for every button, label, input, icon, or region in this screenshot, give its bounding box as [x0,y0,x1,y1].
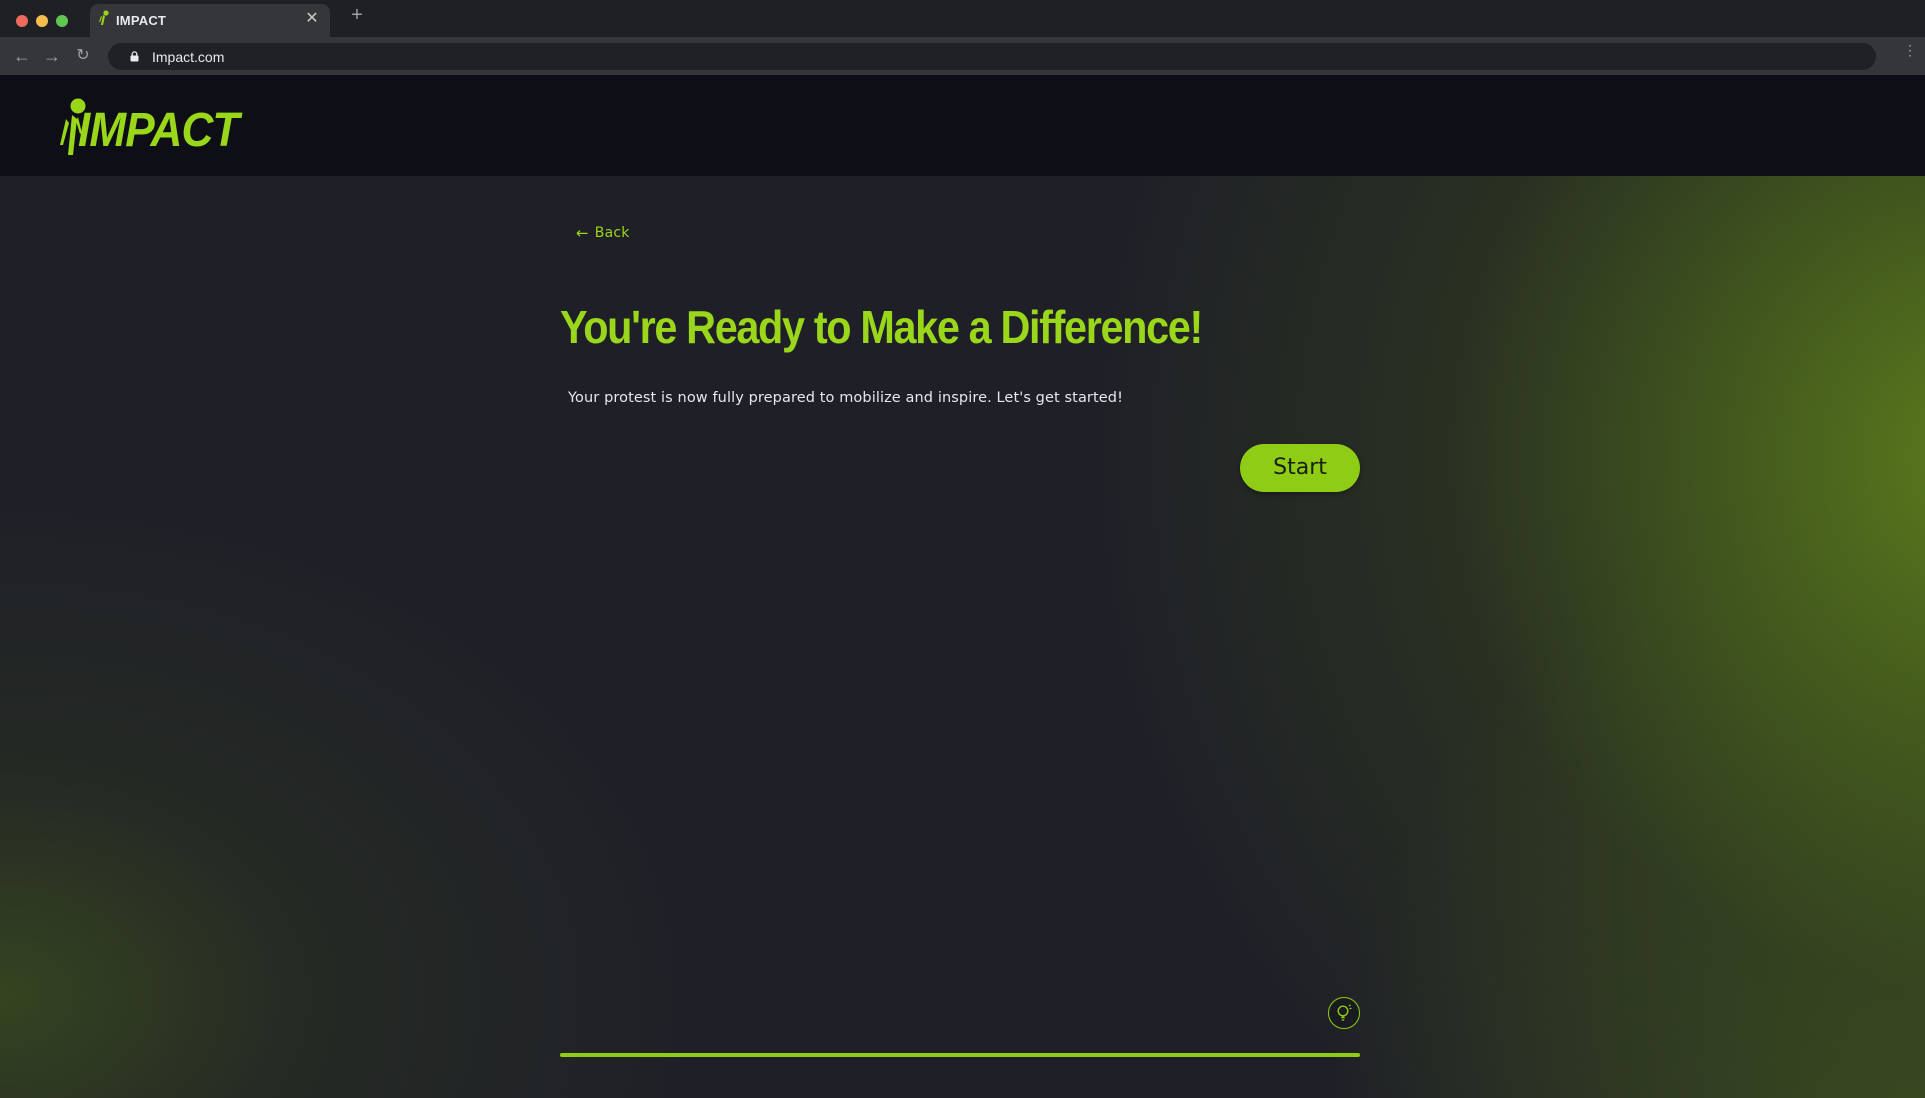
main-content: ← Back You're Ready to Make a Difference… [0,176,1925,1098]
page-subtitle: Your protest is now fully prepared to mo… [568,390,1124,406]
more-vertical-icon[interactable]: ⋮ [1903,43,1917,65]
impact-favicon-icon [99,10,109,25]
browser-toolbar: ← → ↻ Impact.com ⋮ [0,37,1925,75]
arrow-right-icon[interactable]: → [42,46,62,66]
window-close-button[interactable] [16,15,28,27]
plus-icon[interactable]: + [346,4,368,26]
close-icon[interactable]: ✕ [304,11,320,27]
lock-icon [130,51,139,62]
site-header: IMPACT [0,75,1925,176]
progress-bar-fill [560,1053,1360,1057]
arrow-left-icon: ← [576,224,589,242]
back-link-label: Back [594,225,630,241]
arrow-left-icon[interactable]: ← [12,46,32,66]
lightbulb-icon [1337,1004,1352,1021]
impact-logo[interactable]: IMPACT [58,97,239,159]
window-minimize-button[interactable] [36,15,48,27]
reload-icon[interactable]: ↻ [73,46,93,66]
browser-tab[interactable]: IMPACT ✕ [90,4,330,37]
hint-button[interactable] [1328,997,1360,1029]
page-title: You're Ready to Make a Difference! [560,301,1203,353]
window-maximize-button[interactable] [56,15,68,27]
tab-title: IMPACT [116,13,167,28]
progress-bar [560,1053,1360,1057]
back-link[interactable]: ← Back [576,224,630,242]
address-bar[interactable]: Impact.com [108,43,1876,70]
logo-text: IMPACT [78,104,239,157]
browser-tab-bar: IMPACT ✕ + [0,0,1925,37]
url-text: Impact.com [152,49,225,65]
start-button[interactable]: Start [1240,444,1360,492]
